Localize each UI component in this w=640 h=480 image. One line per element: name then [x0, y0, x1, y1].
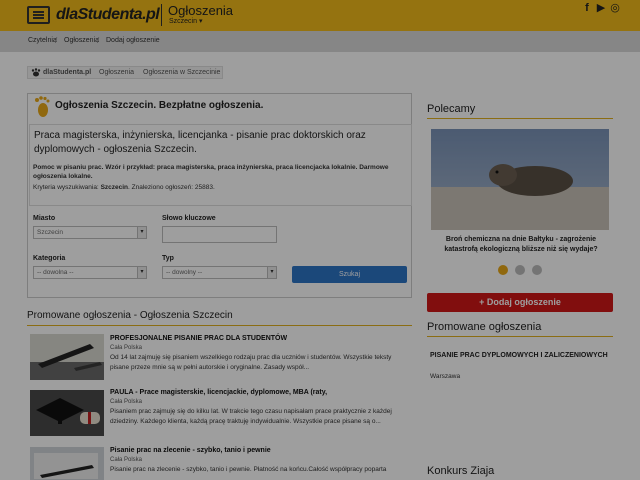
listing-thumbnail[interactable] [30, 390, 104, 436]
side-promoted-title[interactable]: PISANIE PRAC DYPLOMOWYCH I ZALICZENIOWYC… [430, 351, 610, 361]
keyword-label: Słowo kluczowe [162, 215, 216, 222]
section-title[interactable]: Ogłoszenia [168, 3, 233, 18]
listing-location: Cała Polska [110, 345, 143, 351]
listing-location: Cała Polska [110, 457, 143, 463]
divider [427, 336, 613, 337]
city-selector[interactable]: Szczecin ▾ [169, 17, 202, 25]
footprint-icon [35, 96, 50, 117]
breadcrumb-current[interactable]: Ogłoszenia w Szczecinie [143, 69, 220, 76]
breadcrumb-home[interactable]: dlaStudenta.pl [43, 69, 91, 76]
type-select[interactable]: -- dowolny -- ▾ [162, 266, 277, 279]
instagram-icon[interactable]: ◎ [609, 2, 621, 14]
keyword-input[interactable] [162, 226, 277, 243]
board-description: Pomoc w pisaniu prac. Wzór i przykład: p… [33, 164, 389, 180]
listing-excerpt: Pisanie prac na zlecenie - szybko, tanio… [110, 466, 387, 473]
chevron-down-icon: ▾ [137, 267, 146, 278]
add-listing-button[interactable]: + Dodaj ogłoszenie [427, 293, 613, 312]
city-select[interactable]: Szczecin ▾ [33, 226, 147, 239]
listing-thumbnail[interactable] [30, 447, 104, 480]
nav-separator: / [55, 36, 58, 45]
board-heading: Ogłoszenia Szczecin. Bezpłatne ogłoszeni… [55, 100, 264, 111]
carousel-dot-3[interactable] [532, 265, 542, 275]
listing-excerpt: Pisaniem prac zajmuję się do kilku lat. … [110, 408, 392, 425]
recommended-caption[interactable]: Broń chemiczna na dnie Bałtyku - zagroże… [431, 235, 611, 255]
nav-ogloszenia[interactable]: Ogłoszenia [64, 37, 99, 44]
carousel-dot-1[interactable] [498, 265, 508, 275]
chevron-down-icon: ▾ [267, 267, 276, 278]
carousel-dot-2[interactable] [515, 265, 525, 275]
divider [27, 325, 412, 326]
side-promoted-location: Warszawa [430, 373, 461, 380]
recommended-heading: Polecamy [427, 103, 476, 115]
listing-thumbnail[interactable] [30, 334, 104, 380]
nav-czytelnia[interactable]: Czytelnia [28, 37, 57, 44]
contest-heading: Konkurs Ziaja [427, 465, 495, 477]
search-criteria: Kryteria wyszukiwania: Szczecin. Znalezi… [33, 184, 215, 191]
city-label: Miasto [33, 215, 56, 222]
breadcrumb-ogloszenia[interactable]: Ogłoszenia [99, 69, 134, 76]
logo-divider [161, 4, 162, 26]
listing-title[interactable]: PROFESJONALNE PISANIE PRAC DLA STUDENTÓW [110, 335, 287, 342]
listing-title[interactable]: PAULA - Prace magisterskie, licencjackie… [110, 389, 327, 396]
search-button[interactable]: Szukaj [292, 266, 407, 283]
category-select[interactable]: -- dowolna -- ▾ [33, 266, 147, 279]
listing-title[interactable]: Pisanie prac na zlecenie - szybko, tanio… [110, 447, 271, 454]
seal-photo[interactable] [431, 129, 609, 230]
listing-location: Cała Polska [110, 399, 143, 405]
page-title: Praca magisterska, inżynierska, licencja… [34, 130, 366, 155]
site-logo[interactable]: dlaStudenta.pl [56, 6, 160, 24]
promoted-heading: Promowane ogłoszenia - Ogłoszenia Szczec… [27, 310, 233, 321]
category-label: Kategoria [33, 255, 66, 262]
chevron-down-icon: ▾ [137, 227, 146, 238]
paw-icon [31, 68, 41, 77]
type-label: Typ [162, 255, 174, 262]
divider [427, 118, 613, 119]
side-promoted-heading: Promowane ogłoszenia [427, 321, 542, 333]
youtube-icon[interactable]: ▶ [595, 2, 607, 14]
nav-separator: / [97, 36, 100, 45]
menu-icon[interactable] [27, 6, 50, 24]
facebook-icon[interactable]: f [581, 2, 593, 14]
nav-dodaj[interactable]: Dodaj ogłoszenie [106, 37, 160, 44]
listing-excerpt: Od 14 lat zajmuję się pisaniem wszelkieg… [110, 354, 392, 371]
